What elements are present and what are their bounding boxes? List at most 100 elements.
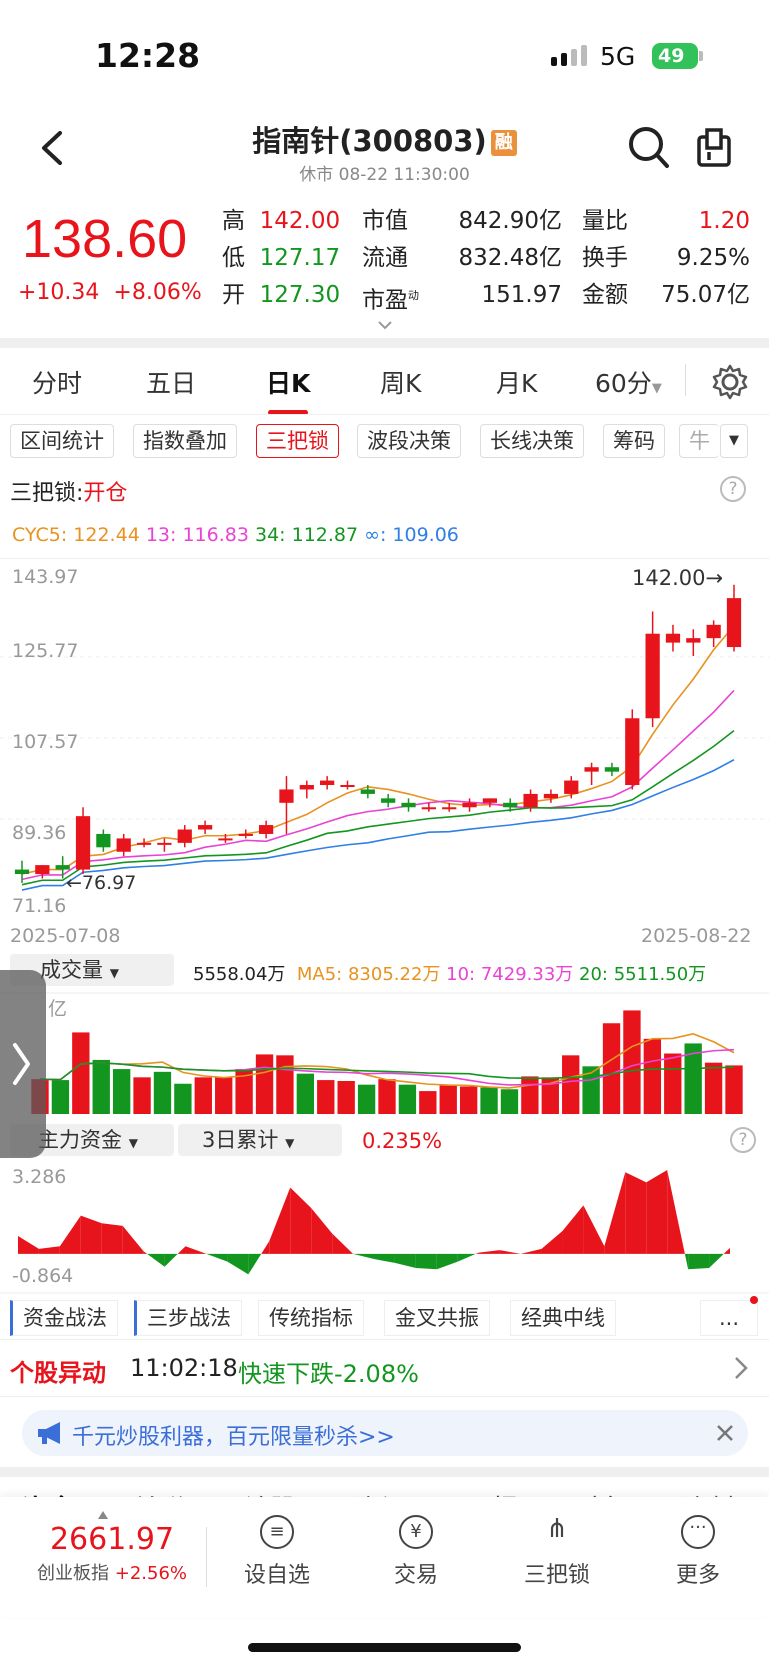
- volume-bar: [459, 1086, 478, 1114]
- chip-bull[interactable]: 牛: [679, 424, 719, 458]
- volume-bar: [378, 1079, 396, 1114]
- volume-bar: [194, 1077, 212, 1114]
- tab-fenshi[interactable]: 分时: [32, 364, 82, 400]
- help-icon[interactable]: ?: [720, 476, 746, 502]
- mktcap-label: 市值: [362, 208, 408, 234]
- section-tab-related[interactable]: 关联: [133, 1489, 185, 1497]
- section-tab-diagnose[interactable]: 诊股: [244, 1489, 296, 1497]
- section-tab-news[interactable]: 资讯: [355, 1489, 407, 1497]
- volume-value: 5558.04万: [193, 964, 286, 985]
- candle-body: [482, 798, 498, 803]
- close-icon[interactable]: [716, 1424, 734, 1442]
- chip-three-locks[interactable]: 三把锁: [256, 424, 339, 458]
- low-annotation: ←76.97: [66, 872, 137, 894]
- candle-body: [706, 624, 721, 639]
- candle-body: [381, 798, 396, 803]
- index-widget[interactable]: 2661.97 创业板指 +2.56%: [22, 1502, 202, 1585]
- expand-chevron-icon[interactable]: [377, 320, 393, 330]
- tab-traditional[interactable]: 传统指标: [258, 1300, 364, 1336]
- nav-trade[interactable]: ¥ 交易: [361, 1515, 471, 1589]
- nav-three-locks[interactable]: ⋔ 三把锁: [502, 1515, 612, 1589]
- turnover-value: 9.25%: [676, 245, 750, 271]
- period-selector[interactable]: 3日累计 ▼: [178, 1124, 342, 1156]
- volume-bar: [153, 1071, 172, 1114]
- quote-col-1: 高 142.00 低 127.17 开 127.30: [222, 203, 340, 314]
- volume-chart[interactable]: [0, 992, 769, 1122]
- candle-body: [197, 825, 213, 830]
- candle-body: [401, 802, 416, 808]
- tab-60min[interactable]: 60分▼: [595, 364, 662, 400]
- candle-body: [686, 638, 701, 643]
- help-icon-capital[interactable]: ?: [730, 1127, 756, 1153]
- vol-ma10: 10: 7429.33万: [446, 964, 574, 985]
- candle-body: [218, 838, 233, 841]
- tab-three-step[interactable]: 三步战法: [134, 1300, 242, 1336]
- battery-tip: [699, 51, 703, 61]
- nav-watchlist-label: 设自选: [243, 1563, 310, 1588]
- section-divider: [0, 1467, 769, 1477]
- high-annotation: 142.00→: [632, 566, 724, 590]
- flow-area: [248, 1253, 262, 1275]
- flow-area: [646, 1170, 668, 1254]
- flow-area: [18, 1236, 39, 1254]
- section-tab-research[interactable]: 研报: [466, 1489, 518, 1497]
- dropdown-icon: ▼: [109, 966, 119, 980]
- chip-swing-decision[interactable]: 波段决策: [357, 424, 461, 458]
- chip-chips[interactable]: 筹码: [603, 424, 665, 458]
- flow-area: [269, 1187, 291, 1254]
- pe-sup: 动: [408, 289, 419, 302]
- date-end: 2025-08-22: [641, 925, 752, 947]
- flow-area: [143, 1251, 148, 1254]
- tab-golden-cross[interactable]: 金叉共振: [384, 1300, 490, 1336]
- candle-body: [543, 793, 559, 799]
- side-drawer-handle[interactable]: [0, 970, 46, 1158]
- alert-row[interactable]: 个股异动 11:02:18 快速下跌-2.08%: [0, 1340, 769, 1396]
- tab-daily-k[interactable]: 日K: [266, 364, 310, 400]
- candlestick-chart[interactable]: [0, 560, 769, 920]
- candle-body: [157, 842, 172, 845]
- candle-body: [340, 785, 355, 788]
- flow-area: [261, 1241, 270, 1254]
- tab-weekly-k[interactable]: 周K: [380, 364, 421, 400]
- candle-body: [96, 833, 111, 848]
- section-tab-profile[interactable]: 资料: [684, 1489, 736, 1497]
- volratio-value: 1.20: [698, 208, 750, 234]
- volratio-label: 量比: [582, 208, 628, 234]
- candle-body: [564, 780, 579, 794]
- flow-area: [38, 1246, 60, 1254]
- nav-more[interactable]: ··· 更多: [643, 1515, 753, 1589]
- ma-cyc5: CYC5: 122.44: [12, 524, 140, 546]
- alert-time: 11:02:18: [130, 1354, 238, 1382]
- flow-area: [164, 1253, 178, 1267]
- candle-body: [442, 807, 457, 810]
- chip-long-decision[interactable]: 长线决策: [480, 424, 584, 458]
- tab-classic-midline[interactable]: 经典中线: [510, 1300, 616, 1336]
- search-icon[interactable]: [628, 126, 670, 170]
- flow-area: [374, 1253, 395, 1263]
- stock-name: 指南针(300803): [252, 124, 487, 158]
- nav-watchlist[interactable]: ≡ 设自选: [222, 1515, 332, 1589]
- capital-flow-chart[interactable]: [0, 1160, 769, 1294]
- tab-capital-strategy[interactable]: 资金战法: [10, 1300, 118, 1336]
- flow-area: [684, 1253, 689, 1270]
- tab-wuri[interactable]: 五日: [146, 364, 196, 400]
- more-tabs-button[interactable]: ...: [700, 1300, 758, 1336]
- section-tab-capital[interactable]: 资金: [22, 1489, 74, 1497]
- battery-level: 49: [658, 45, 685, 67]
- price-change: +10.34 +8.06%: [18, 280, 202, 305]
- volume-bar: [643, 1038, 662, 1114]
- settings-gear-icon[interactable]: [712, 364, 748, 400]
- chip-range-stats[interactable]: 区间统计: [10, 424, 114, 458]
- share-icon[interactable]: [696, 128, 732, 168]
- tab-monthly-k[interactable]: 月K: [496, 364, 537, 400]
- signal-label: 三把锁:: [10, 481, 84, 506]
- menu-icon: ≡: [260, 1515, 294, 1549]
- candle-body: [14, 869, 30, 875]
- chip-index-overlay[interactable]: 指数叠加: [133, 424, 237, 458]
- promo-banner[interactable]: 千元炒股利器，百元限量秒杀>>: [22, 1410, 748, 1456]
- open-label: 开: [222, 282, 245, 308]
- ma-13: 13: 116.83: [145, 524, 249, 546]
- section-tab-finance[interactable]: 财务: [574, 1489, 626, 1497]
- flow-area: [499, 1250, 521, 1254]
- chips-expand-icon[interactable]: ▼: [720, 424, 748, 458]
